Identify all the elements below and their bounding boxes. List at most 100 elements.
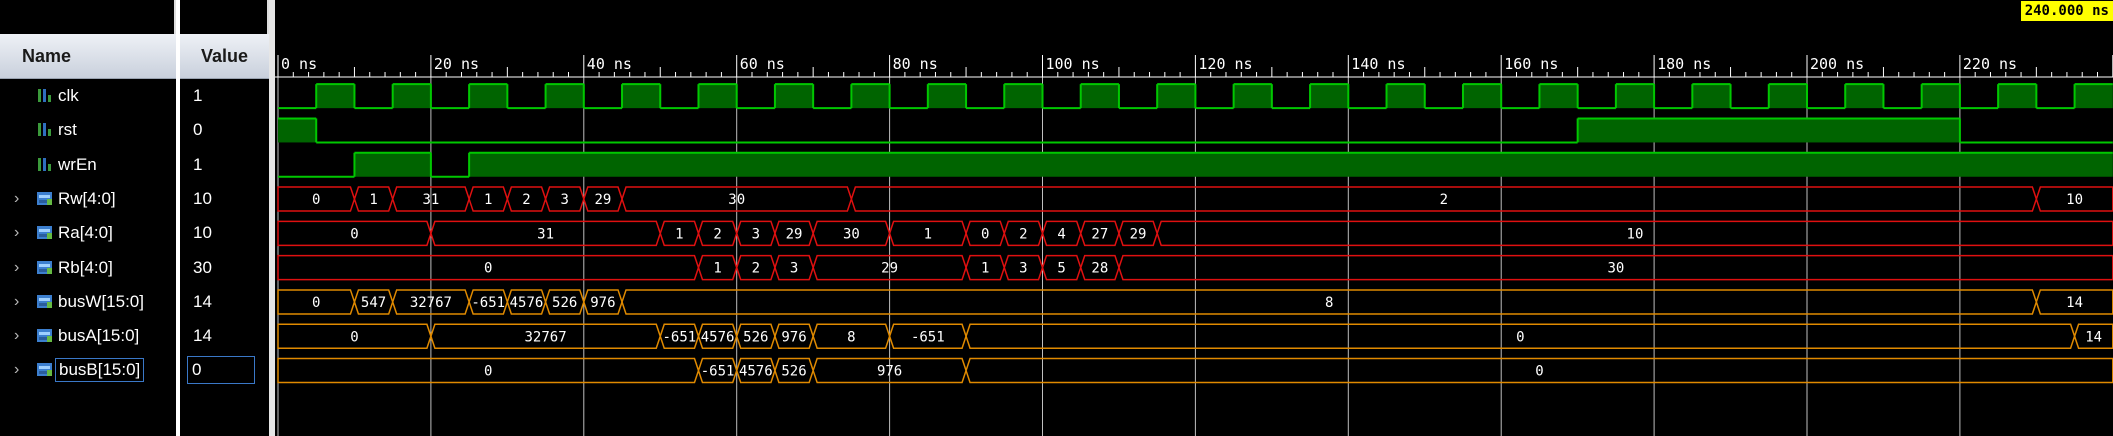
expand-chevron-icon[interactable]: › <box>14 259 19 277</box>
bus-value-label: -651 <box>701 364 735 380</box>
value-column-header[interactable]: Value <box>180 34 269 79</box>
expand-chevron-icon[interactable]: › <box>14 361 19 379</box>
signal-value-cell[interactable]: 30 <box>180 251 269 285</box>
bus-value-label: 2 <box>713 226 721 242</box>
waveform-area[interactable]: 0 ns 20 ns 40 ns 60 ns 80 ns 100 ns 120 ns 140 … <box>275 0 2113 436</box>
bus-value-label: 2 <box>752 261 760 277</box>
bus-signal-icon <box>37 226 52 240</box>
bus-value-label: 10 <box>2066 192 2083 208</box>
signal-name-label: Rw[4:0] <box>58 188 116 208</box>
signal-value-label: 10 <box>193 188 212 208</box>
bit-high-fill <box>545 84 584 109</box>
signal-row-rst[interactable]: rst <box>0 113 176 147</box>
bus-value-label: 3 <box>790 261 798 277</box>
bus-value-label: 30 <box>843 226 860 242</box>
bus-value-label: 14 <box>2066 295 2083 311</box>
bus-value-label: 976 <box>781 329 806 345</box>
signal-value-cell[interactable]: 14 <box>180 285 269 319</box>
bus-value-label: 1 <box>924 226 932 242</box>
signal-name-label: Ra[4:0] <box>58 223 113 243</box>
signal-value-cell[interactable]: 0 <box>180 113 269 147</box>
bit-high-fill <box>1845 84 1884 109</box>
signal-row-clk[interactable]: clk <box>0 79 176 113</box>
bus-value-label: 1 <box>675 226 683 242</box>
bus-value-label: 32767 <box>524 329 566 345</box>
bus-value-label: 8 <box>847 329 855 345</box>
bit-signal-icon <box>38 89 51 102</box>
bit-high-fill <box>1692 84 1731 109</box>
signal-row-ra[interactable]: › Ra[4:0] <box>0 216 176 250</box>
signal-row-rw[interactable]: › Rw[4:0] <box>0 182 176 216</box>
signal-value-label: 14 <box>193 326 212 346</box>
bus-value-label: 2 <box>1440 192 1448 208</box>
bit-high-fill <box>1080 84 1119 109</box>
ruler-time-label: 220 ns <box>1963 55 2017 73</box>
signal-name-label: busA[15:0] <box>58 326 140 346</box>
bus-value-label: 0 <box>484 364 492 380</box>
signal-name-label: clk <box>58 86 79 105</box>
signal-value-cell[interactable]: 10 <box>180 182 269 216</box>
bus-value-label: 1 <box>484 192 492 208</box>
bit-high-fill <box>851 84 890 109</box>
bit-high-fill <box>2074 84 2113 109</box>
signal-value-cell[interactable]: 1 <box>180 148 269 182</box>
signal-row-busa[interactable]: › busA[15:0] <box>0 319 176 353</box>
bus-value-label: 3 <box>752 226 760 242</box>
bus-signal-icon <box>37 260 52 274</box>
signal-row-wren[interactable]: wrEn <box>0 148 176 182</box>
bus-value-label: 976 <box>590 295 615 311</box>
bus-value-label: 1 <box>981 261 989 277</box>
signal-value-cell[interactable]: 1 <box>180 79 269 113</box>
bit-high-fill <box>316 84 355 109</box>
ruler-time-label: 140 ns <box>1351 55 1405 73</box>
signal-row-rb[interactable]: › Rb[4:0] <box>0 251 176 285</box>
bus-value-label: 2 <box>522 192 530 208</box>
bus-value-label: 0 <box>350 329 358 345</box>
expand-chevron-icon[interactable]: › <box>14 327 19 345</box>
bus-value-label: 1 <box>369 192 377 208</box>
bit-signal-icon <box>38 123 51 137</box>
bus-value-label: 526 <box>552 295 577 311</box>
bus-value-label: 0 <box>1516 329 1524 345</box>
bus-signal-icon <box>37 294 52 308</box>
signal-row-busw[interactable]: › busW[15:0] <box>0 285 176 319</box>
bus-value-label: 32767 <box>410 295 452 311</box>
bus-value-label: 4576 <box>701 329 735 345</box>
expand-chevron-icon[interactable]: › <box>14 293 19 311</box>
signal-name-label: Rb[4:0] <box>58 257 113 277</box>
expand-chevron-icon[interactable]: › <box>14 224 19 242</box>
bus-value-label: -651 <box>911 329 945 345</box>
ruler-time-label: 20 ns <box>434 55 479 73</box>
bit-high-fill <box>278 118 317 143</box>
signal-value-cell[interactable]: 14 <box>180 319 269 353</box>
waveform-canvas[interactable]: 0 ns 20 ns 40 ns 60 ns 80 ns 100 ns 120 ns 140 … <box>275 0 2113 436</box>
signal-value-label: 30 <box>193 257 212 277</box>
bus-value-label: 3 <box>1019 261 1027 277</box>
expand-chevron-icon[interactable]: › <box>14 190 19 208</box>
bit-high-fill <box>927 84 967 109</box>
ruler-time-label: 0 ns <box>281 55 317 73</box>
names-panel-toolbar-gap <box>0 0 176 34</box>
bit-high-fill <box>354 152 431 177</box>
bus-value-label: 0 <box>312 192 320 208</box>
bit-high-fill <box>392 84 431 109</box>
bus-value-label: 29 <box>594 192 611 208</box>
bus-value-label: 30 <box>1607 261 1624 277</box>
bit-high-fill <box>698 84 737 109</box>
bit-high-fill <box>1615 84 1655 109</box>
bus-value-label: 30 <box>728 192 745 208</box>
bit-high-fill <box>622 84 661 109</box>
bus-value-label: 2 <box>1019 226 1027 242</box>
name-column-header[interactable]: Name <box>0 34 176 79</box>
bus-signal-icon <box>37 191 52 205</box>
bus-value-label: 14 <box>2085 329 2102 345</box>
bus-value-label: -651 <box>663 329 697 345</box>
bus-value-label: 526 <box>781 364 806 380</box>
signal-value-cell[interactable]: 10 <box>180 216 269 250</box>
bus-signal-icon <box>37 363 52 377</box>
bit-high-fill <box>1233 84 1272 109</box>
bus-value-label: 0 <box>981 226 989 242</box>
signal-name-label: busW[15:0] <box>58 291 144 311</box>
signal-value-cell[interactable]: 0 <box>180 353 269 387</box>
signal-row-busb[interactable]: › busB[15:0] <box>0 353 176 387</box>
